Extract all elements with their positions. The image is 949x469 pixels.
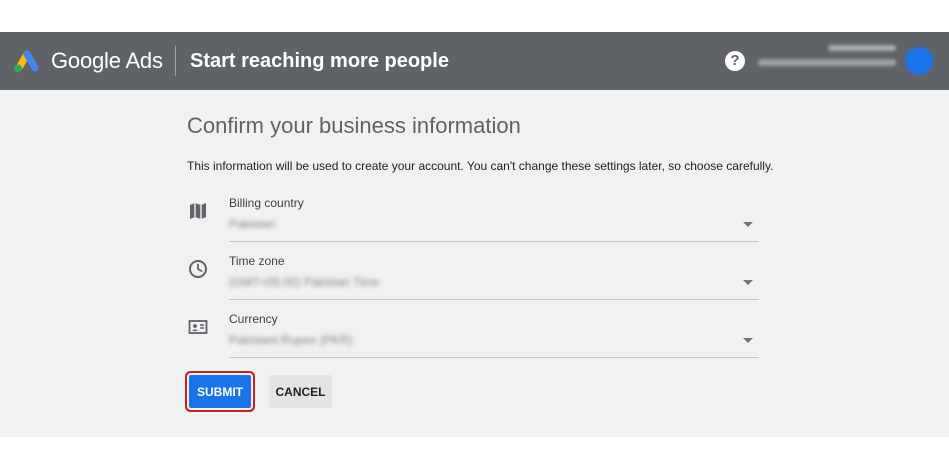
time-zone-label: Time zone	[229, 254, 285, 268]
chevron-down-icon[interactable]	[743, 280, 753, 285]
id-card-icon	[188, 320, 208, 334]
field-underline	[229, 357, 759, 358]
billing-country-label: Billing country	[229, 196, 304, 210]
header-divider	[175, 46, 176, 76]
submit-button[interactable]: SUBMIT	[189, 375, 251, 408]
avatar[interactable]	[905, 47, 933, 75]
billing-country-field[interactable]: Billing country Pakistan	[187, 195, 759, 243]
clock-icon	[189, 260, 207, 278]
currency-label: Currency	[229, 312, 278, 326]
google-ads-logo-icon[interactable]	[11, 48, 41, 74]
cancel-button[interactable]: CANCEL	[269, 375, 332, 408]
map-icon	[190, 203, 206, 219]
chevron-down-icon[interactable]	[743, 222, 753, 227]
time-zone-field[interactable]: Time zone (GMT+05:00) Pakistan Time	[187, 253, 759, 301]
billing-country-value[interactable]: Pakistan	[229, 216, 275, 232]
currency-field[interactable]: Currency Pakistani Rupee (PKR)	[187, 311, 759, 359]
time-zone-value[interactable]: (GMT+05:00) Pakistan Time	[229, 274, 379, 290]
currency-value[interactable]: Pakistani Rupee (PKR)	[229, 332, 352, 348]
account-name[interactable]	[828, 45, 896, 51]
field-underline	[229, 299, 759, 300]
form-title: Confirm your business information	[187, 113, 521, 138]
brand-name: Google Ads	[51, 48, 163, 73]
help-icon[interactable]: ?	[725, 51, 745, 71]
main-content: Confirm your business information This i…	[0, 90, 949, 437]
account-email[interactable]	[758, 59, 896, 66]
chevron-down-icon[interactable]	[743, 338, 753, 343]
field-underline	[229, 241, 759, 242]
page-heading: Start reaching more people	[190, 50, 449, 72]
app-header: Google Ads Start reaching more people ?	[0, 32, 949, 90]
form-intro: This information will be used to create …	[187, 159, 774, 173]
